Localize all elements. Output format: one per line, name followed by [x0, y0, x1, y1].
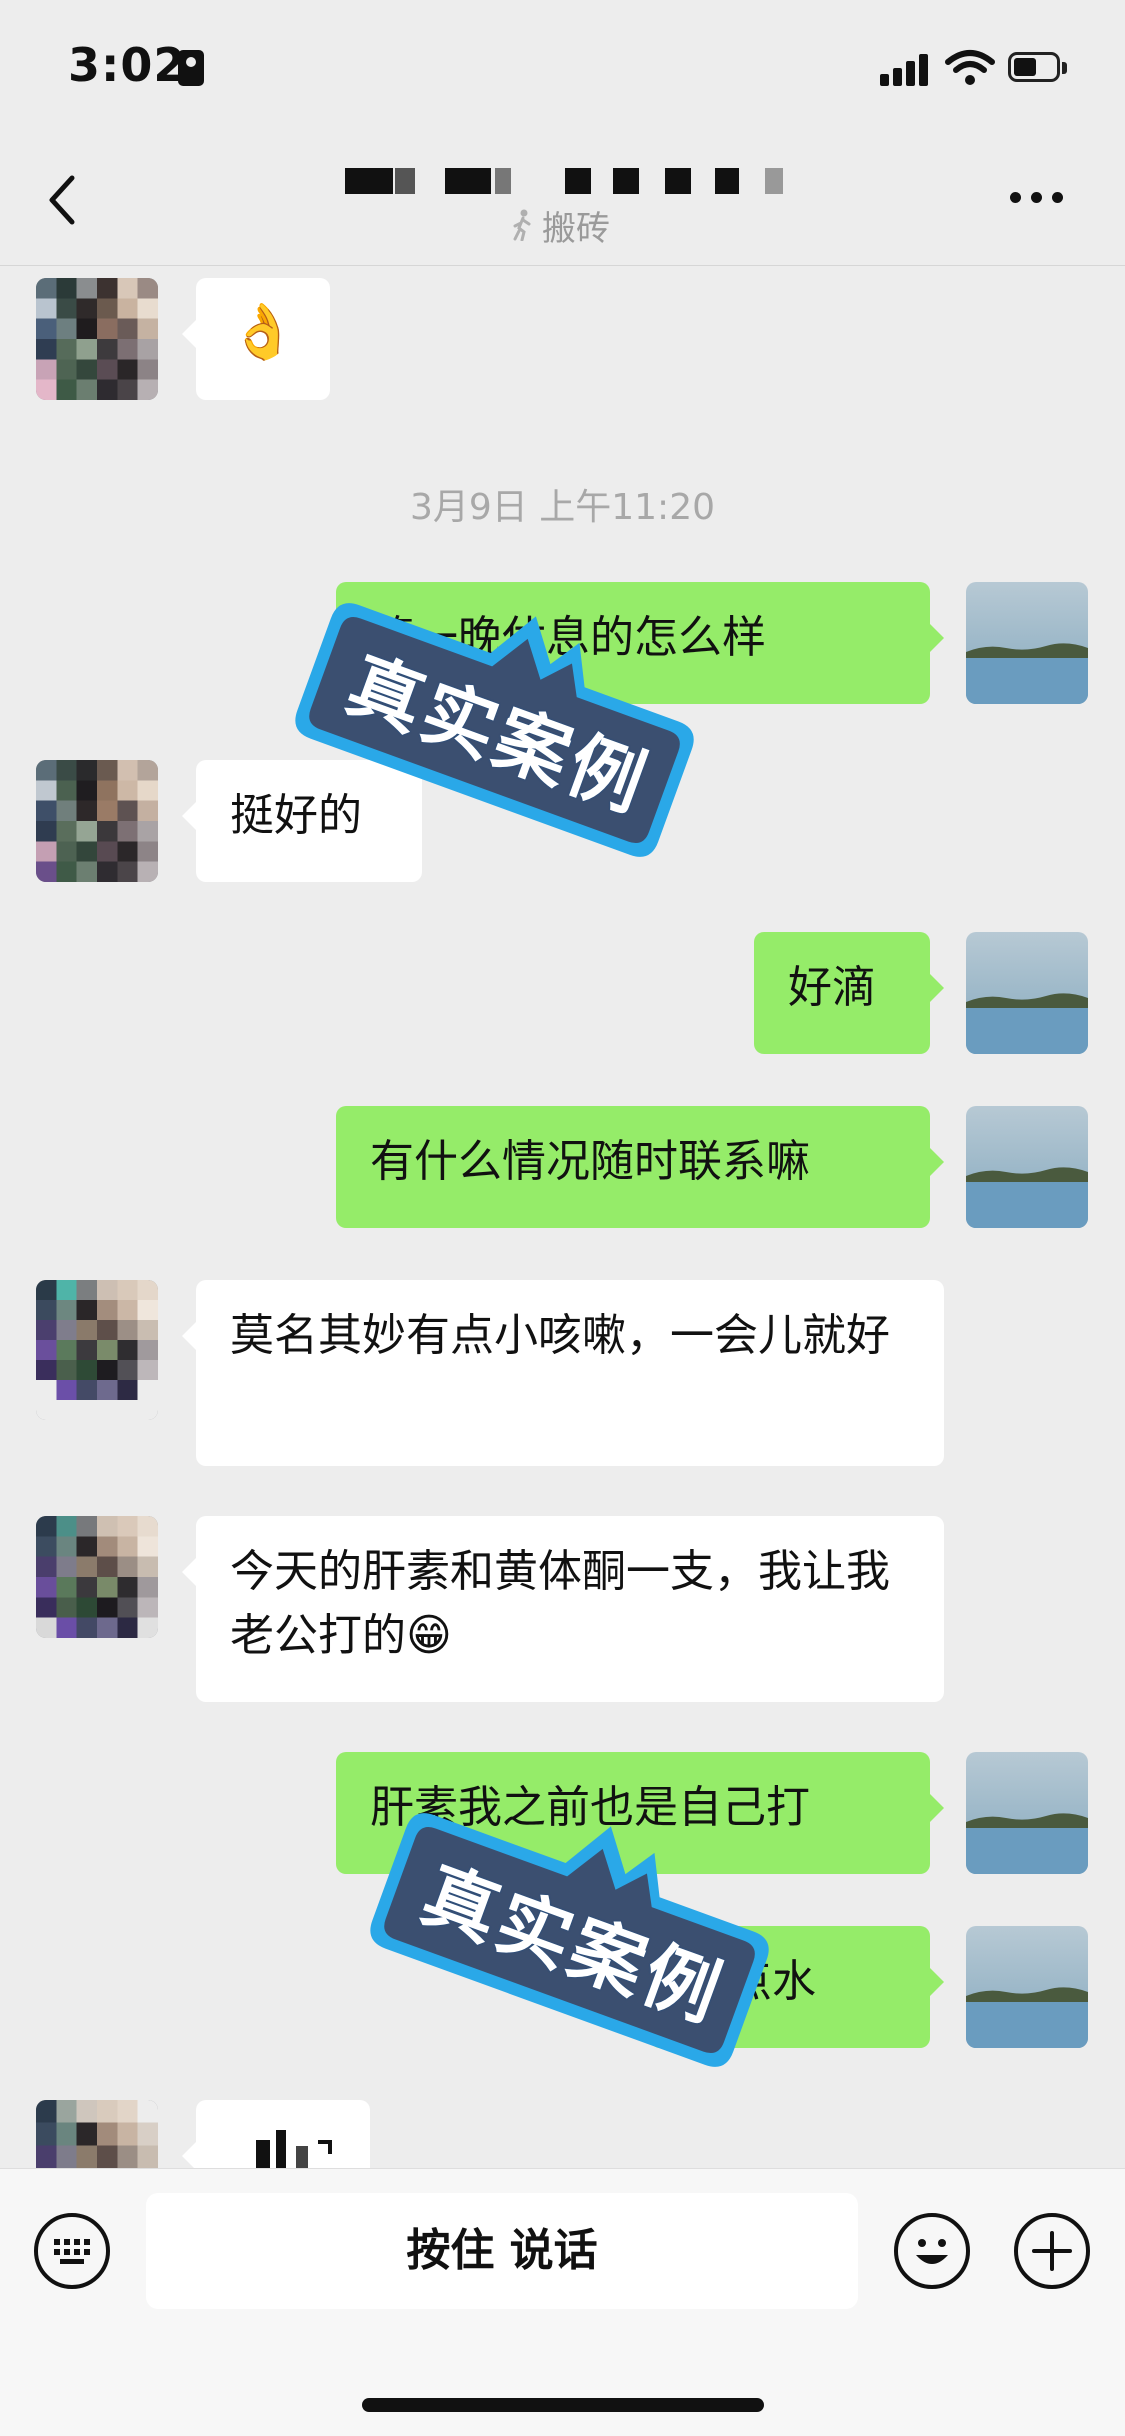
ok-hand-emoji: 👌 [229, 300, 297, 363]
chat-timestamp: 3月9日 上午11:20 [410, 487, 715, 528]
contact-card-icon [178, 50, 204, 86]
user-avatar[interactable] [966, 932, 1088, 1054]
hold-to-talk-button[interactable]: 按住 说话 [146, 2193, 858, 2309]
input-bar: 按住 说话 [0, 2168, 1125, 2436]
user-avatar[interactable] [966, 1106, 1088, 1228]
contact-status-text: 搬砖 [542, 208, 610, 249]
message-bubble-received[interactable]: 今天的肝素和黄体酮一支，我让我老公打的😁 [182, 1516, 944, 1702]
message-text: 有什么情况随时联系嘛 [370, 1136, 810, 1187]
user-avatar[interactable] [966, 1752, 1088, 1874]
emoji-picker-icon[interactable] [894, 2213, 970, 2289]
chat-header: 搬砖 [0, 140, 1125, 266]
walking-person-icon [513, 209, 531, 241]
more-options-icon[interactable] [1010, 192, 1070, 212]
message-text: 今天的肝素和黄体酮一支，我让我老公打的😁 [230, 1546, 890, 1661]
image-thumbnail-icon [256, 2130, 332, 2168]
message-bubble-received[interactable]: 👌 [182, 278, 330, 400]
message-bubble-sent[interactable]: 有什么情况随时联系嘛 [336, 1106, 944, 1228]
message-bubble-received[interactable]: 挺好的 [182, 760, 422, 882]
status-time: 3:02 [68, 38, 187, 92]
contact-avatar[interactable] [36, 2100, 158, 2168]
message-text: 好滴 [788, 962, 876, 1013]
chat-screen: 3:02 搬砖 👌 3月9日 上午11:20 第一晚休息的怎么样 挺好的 好滴 … [0, 0, 1125, 2436]
message-bubble-received-partial[interactable] [182, 2100, 370, 2170]
contact-avatar[interactable] [36, 760, 158, 882]
keyboard-toggle-icon[interactable] [34, 2213, 110, 2289]
battery-icon [1008, 52, 1068, 84]
message-text: 挺好的 [230, 790, 362, 841]
message-text: 莫名其妙有点小咳嗽，一会儿就好 [230, 1310, 890, 1361]
user-avatar[interactable] [966, 582, 1088, 704]
home-indicator[interactable] [362, 2398, 764, 2412]
status-bar: 3:02 [0, 0, 1125, 140]
contact-avatar[interactable] [36, 278, 158, 400]
message-bubble-sent[interactable]: 好滴 [754, 932, 944, 1054]
back-icon[interactable] [40, 170, 90, 230]
message-bubble-received[interactable]: 莫名其妙有点小咳嗽，一会儿就好 [182, 1280, 944, 1466]
contact-name-redacted [345, 168, 785, 204]
wifi-icon [945, 50, 995, 85]
cellular-signal-icon [880, 52, 930, 86]
more-functions-icon[interactable] [1014, 2213, 1090, 2289]
contact-status: 搬砖 [510, 205, 610, 249]
contact-avatar[interactable] [36, 1280, 158, 1420]
contact-avatar[interactable] [36, 1516, 158, 1638]
user-avatar[interactable] [966, 1926, 1088, 2048]
